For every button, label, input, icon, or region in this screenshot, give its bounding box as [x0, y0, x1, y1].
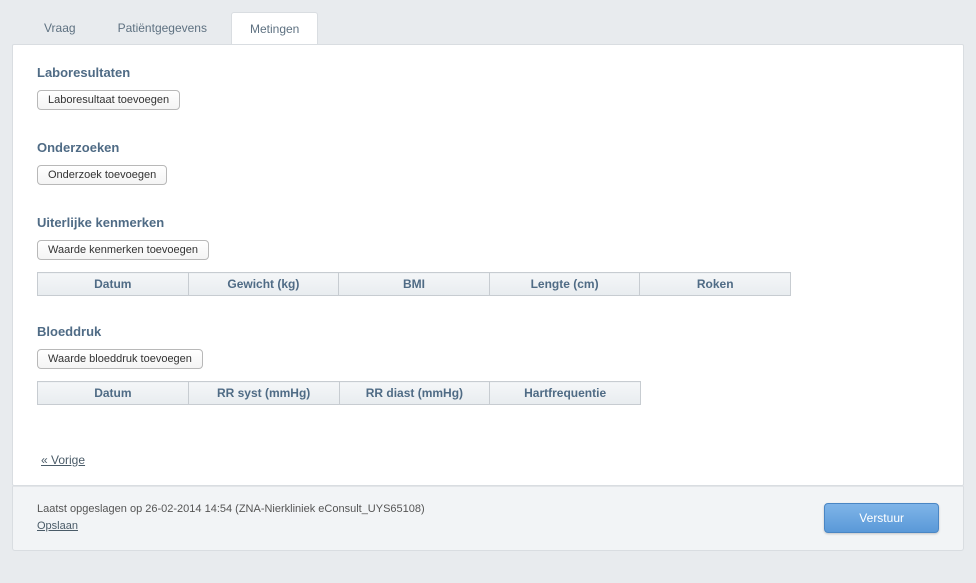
col-rr-diast: RR diast (mmHg) [339, 382, 490, 405]
col-bmi: BMI [339, 273, 490, 296]
col-hartfreq: Hartfrequentie [490, 382, 641, 405]
col-bd-datum: Datum [38, 382, 189, 405]
footer-info: Laatst opgeslagen op 26-02-2014 14:54 (Z… [37, 501, 425, 534]
add-laboresultaat-button[interactable]: Laboresultaat toevoegen [37, 90, 180, 110]
footer-bar: Laatst opgeslagen op 26-02-2014 14:54 (Z… [12, 486, 964, 551]
save-link[interactable]: Opslaan [37, 520, 78, 532]
col-gewicht: Gewicht (kg) [188, 273, 339, 296]
previous-link[interactable]: « Vorige [41, 453, 85, 467]
tab-metingen[interactable]: Metingen [231, 12, 318, 45]
bloeddruk-table: Datum RR syst (mmHg) RR diast (mmHg) Har… [37, 381, 641, 405]
col-rr-syst: RR syst (mmHg) [188, 382, 339, 405]
section-title-uiterlijk: Uiterlijke kenmerken [37, 215, 939, 230]
add-onderzoek-button[interactable]: Onderzoek toevoegen [37, 165, 167, 185]
section-title-bloeddruk: Bloeddruk [37, 324, 939, 339]
tab-vraag[interactable]: Vraag [26, 12, 94, 45]
tab-patientgegevens[interactable]: Patiëntgegevens [100, 12, 225, 45]
add-kenmerk-button[interactable]: Waarde kenmerken toevoegen [37, 240, 209, 260]
col-datum: Datum [38, 273, 189, 296]
section-title-onderzoeken: Onderzoeken [37, 140, 939, 155]
submit-button[interactable]: Verstuur [824, 503, 939, 533]
col-roken: Roken [640, 273, 791, 296]
section-title-lab: Laboresultaten [37, 65, 939, 80]
col-lengte: Lengte (cm) [489, 273, 640, 296]
last-saved-text: Laatst opgeslagen op 26-02-2014 14:54 (Z… [37, 503, 425, 515]
add-bloeddruk-button[interactable]: Waarde bloeddruk toevoegen [37, 349, 203, 369]
content-panel: Laboresultaten Laboresultaat toevoegen O… [12, 44, 964, 486]
uiterlijk-table: Datum Gewicht (kg) BMI Lengte (cm) Roken [37, 272, 791, 296]
tabs-bar: Vraag Patiëntgegevens Metingen [12, 0, 964, 45]
